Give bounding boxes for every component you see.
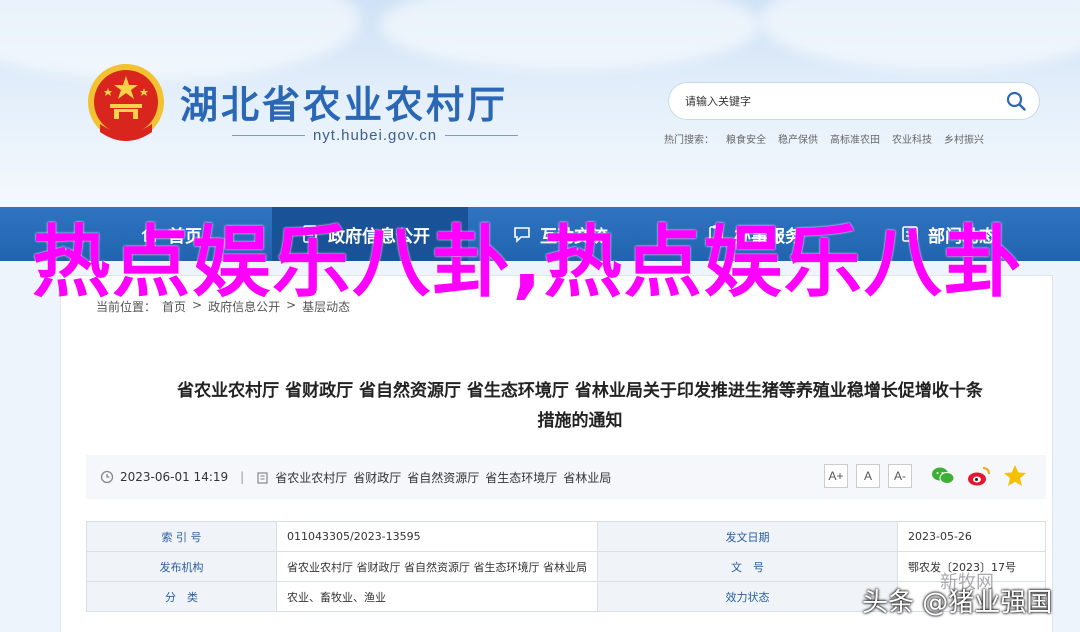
font-size-tools: A+ A A- [824, 464, 912, 488]
font-decrease-button[interactable]: A- [888, 464, 912, 488]
table-label: 发文日期 [596, 521, 898, 552]
hot-search-row: 热门搜索： 粮食安全 稳产保供 高标准农田 农业科技 乡村振兴 [664, 131, 984, 146]
search-box [668, 82, 1040, 120]
building-icon [257, 471, 268, 484]
cloud-decoration [0, 0, 360, 80]
table-value: 2023-05-26 [896, 521, 1047, 552]
table-label: 分 类 [86, 581, 277, 612]
table-label: 索 引 号 [86, 521, 277, 552]
article-title-line: 省农业农村厅 省财政厅 省自然资源厅 省生态环境厅 省林业局关于印发推进生猪等养… [177, 381, 983, 401]
article-source: 省自然资源厅 [407, 470, 480, 485]
meta-divider: | [240, 470, 245, 484]
article-source: 省财政厅 [353, 470, 402, 485]
search-input[interactable] [685, 94, 1005, 108]
hot-search-link[interactable]: 高标准农田 [830, 131, 880, 146]
site-header: 湖北省农业农村厅 nyt.hubei.gov.cn 热门搜索： 粮食安全 稳产保… [0, 0, 1080, 207]
font-default-button[interactable]: A [856, 464, 880, 488]
article-source: 省生态环境厅 [485, 470, 558, 485]
wechat-icon[interactable] [930, 463, 956, 489]
table-value: 省农业农村厅 省财政厅 省自然资源厅 省生态环境厅 省林业局 [276, 551, 598, 582]
clock-icon [100, 470, 114, 484]
cloud-decoration [760, 0, 1080, 70]
qzone-star-icon[interactable] [1002, 463, 1028, 489]
table-value: 农业、畜牧业、渔业 [276, 581, 598, 612]
divider [445, 134, 519, 136]
search-icon[interactable] [1005, 90, 1027, 112]
font-increase-button[interactable]: A+ [824, 464, 848, 488]
site-domain: nyt.hubei.gov.cn [312, 126, 438, 144]
divider [232, 134, 305, 136]
national-emblem-icon [88, 64, 164, 141]
hot-search-label: 热门搜索： [664, 135, 714, 146]
article-sources: 省农业农村厅 省财政厅 省自然资源厅 省生态环境厅 省林业局 [275, 469, 611, 486]
hot-search-link[interactable]: 农业科技 [892, 131, 932, 146]
article-title-line: 措施的通知 [537, 411, 623, 431]
share-buttons [930, 463, 1028, 489]
overlay-headline: 热点娱乐八卦,热点娱乐八卦 [32, 218, 1024, 308]
cloud-decoration [380, 0, 760, 70]
site-title: 湖北省农业农村厅 [180, 82, 509, 127]
table-label: 效力状态 [596, 581, 898, 612]
table-row: 索 引 号 011043305/2023-13595 发文日期 2023-05-… [86, 521, 1047, 552]
article-source: 省林业局 [563, 470, 612, 485]
table-value: 011043305/2023-13595 [276, 521, 598, 552]
article-source: 省农业农村厅 [275, 470, 348, 485]
article-title: 省农业农村厅 省财政厅 省自然资源厅 省生态环境厅 省林业局关于印发推进生猪等养… [100, 376, 1060, 436]
table-row: 发布机构 省农业农村厅 省财政厅 省自然资源厅 省生态环境厅 省林业局 文 号 … [86, 551, 1047, 582]
article-date: 2023-06-01 14:19 [120, 470, 229, 484]
hot-search-link[interactable]: 乡村振兴 [944, 131, 984, 146]
watermark-text: 头条 @猪业强国 [862, 588, 1053, 618]
hot-search-link[interactable]: 粮食安全 [726, 131, 766, 146]
table-label: 发布机构 [86, 551, 277, 582]
weibo-icon[interactable] [966, 463, 992, 489]
site-domain-row: nyt.hubei.gov.cn [232, 126, 519, 144]
table-label: 文 号 [596, 551, 898, 582]
hot-search-link[interactable]: 稳产保供 [778, 131, 818, 146]
